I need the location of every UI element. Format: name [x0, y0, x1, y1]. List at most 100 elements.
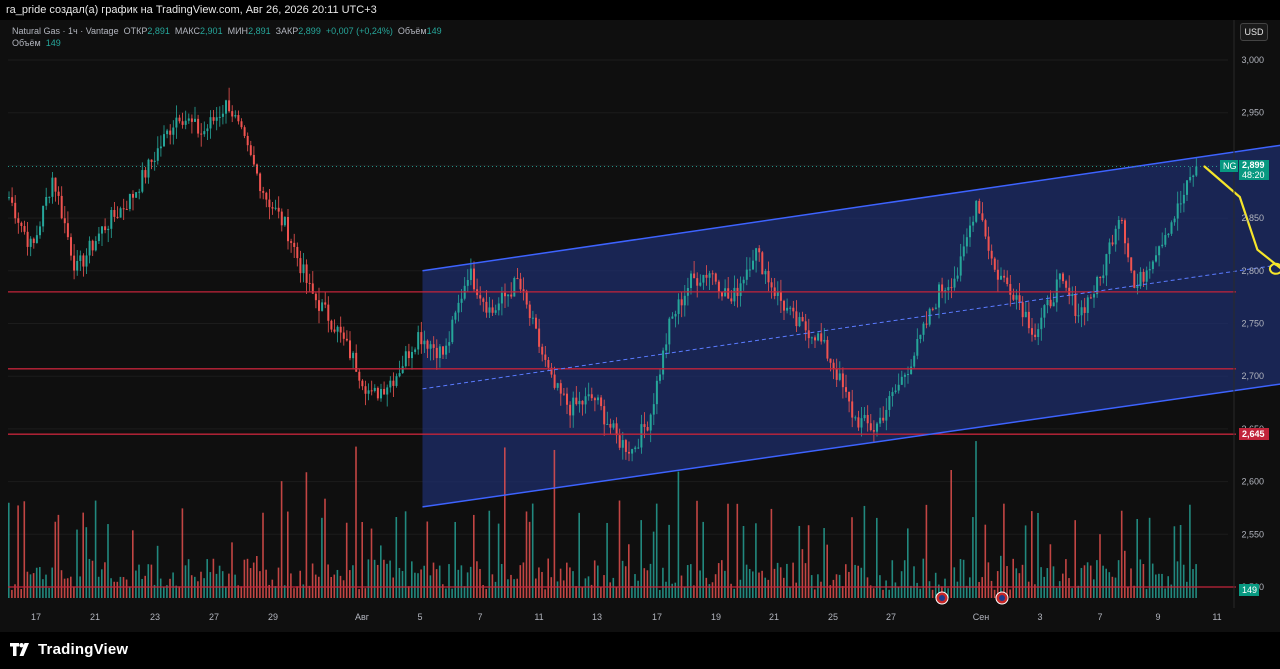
volume-bar — [494, 581, 497, 598]
candle-body — [978, 200, 981, 214]
candle-body — [395, 376, 398, 386]
candle-body — [321, 302, 324, 311]
candle-body — [866, 414, 869, 424]
candle-body — [925, 323, 928, 325]
volume-bar — [652, 531, 655, 598]
volume-bar — [234, 574, 236, 598]
volume-bar — [17, 505, 19, 598]
volume-bar — [314, 574, 317, 598]
x-tick-label: 9 — [1155, 612, 1160, 622]
candle-body — [432, 344, 435, 348]
candle-body — [1015, 295, 1018, 300]
candle-body — [798, 317, 801, 327]
volume-bar — [212, 558, 215, 598]
volume-bar — [677, 471, 680, 598]
volume-bar — [665, 581, 667, 598]
volume-bar — [624, 566, 627, 598]
volume-bar — [1189, 504, 1191, 598]
volume-bar — [1142, 564, 1145, 598]
candle-body — [907, 374, 909, 376]
volume-bar — [66, 578, 69, 598]
candle-body — [1192, 175, 1195, 178]
candle-body — [832, 362, 835, 369]
volume-bar — [690, 564, 692, 598]
candle-body — [668, 318, 671, 345]
candle-body — [931, 308, 934, 310]
volume-bar — [156, 545, 159, 598]
candle-body — [621, 440, 624, 448]
candle-body — [531, 317, 534, 319]
candle-body — [1034, 334, 1037, 337]
volume-bar — [352, 565, 354, 598]
volume-bar — [1012, 558, 1014, 598]
candle-body — [482, 298, 485, 302]
candle-body — [972, 221, 975, 226]
candle-body — [848, 391, 851, 402]
candle-body — [581, 400, 584, 405]
candle-body — [643, 424, 646, 427]
candle-body — [981, 213, 984, 221]
volume-bar — [686, 565, 689, 598]
volume-bar — [407, 586, 410, 598]
volume-bar — [1120, 510, 1123, 598]
volume-bar — [438, 565, 441, 598]
candle-body — [324, 302, 327, 305]
candle-body — [693, 273, 696, 279]
volume-bar — [814, 589, 816, 598]
volume-bar — [401, 571, 404, 598]
candle-body — [206, 128, 209, 132]
candle-body — [383, 388, 386, 395]
volume-bar — [978, 581, 980, 598]
volume-bar — [634, 574, 636, 598]
candle-body — [941, 284, 944, 292]
candle-body — [1105, 254, 1108, 276]
candle-body — [361, 380, 364, 387]
volume-bar — [249, 568, 252, 598]
volume-bar — [609, 582, 611, 598]
candle-body — [1164, 235, 1167, 245]
volume-bar — [696, 500, 698, 598]
countdown-tag: 48:20 — [1239, 170, 1269, 180]
x-tick-label: 11 — [1212, 612, 1221, 622]
volume-bar — [128, 586, 131, 598]
currency-button[interactable]: USD — [1240, 23, 1268, 41]
x-tick-label: 5 — [417, 612, 422, 622]
candle-body — [1182, 194, 1185, 204]
candle-body — [491, 307, 494, 313]
volume-bar — [457, 569, 460, 598]
candle-body — [1043, 305, 1046, 318]
candle-body — [308, 282, 311, 284]
volume-bar — [485, 588, 487, 598]
price-chart[interactable]: 3,0002,9502,9002,8502,8002,7502,7002,650… — [0, 0, 1280, 632]
x-tick-label: 21 — [769, 612, 779, 622]
volume-bar — [876, 517, 878, 598]
candle-body — [135, 192, 138, 198]
volume-bar — [562, 580, 565, 598]
candle-body — [380, 388, 382, 399]
volume-bar — [519, 565, 522, 598]
candle-body — [1058, 273, 1061, 280]
candle-body — [1040, 317, 1043, 330]
volume-bar — [671, 583, 673, 598]
tradingview-logo[interactable]: TradingView — [10, 640, 128, 658]
volume-bar — [1105, 568, 1107, 598]
candle-body — [1062, 273, 1064, 282]
candle-body — [417, 332, 420, 350]
candle-body — [221, 113, 224, 117]
volume-bar — [1151, 563, 1154, 598]
volume-bar — [104, 562, 106, 598]
volume-bar — [73, 586, 75, 598]
candle-body — [358, 371, 361, 381]
volume-bar — [826, 544, 828, 598]
candle-body — [274, 207, 277, 209]
candle-body — [1120, 220, 1123, 222]
candle-body — [240, 121, 243, 128]
candle-body — [556, 383, 559, 388]
candle-body — [237, 115, 240, 122]
volume-bar — [203, 578, 205, 598]
x-tick-label: 25 — [828, 612, 838, 622]
volume-bar — [621, 560, 624, 598]
candle-body — [841, 373, 844, 388]
volume-bar — [500, 563, 503, 598]
volume-bar — [990, 580, 993, 598]
